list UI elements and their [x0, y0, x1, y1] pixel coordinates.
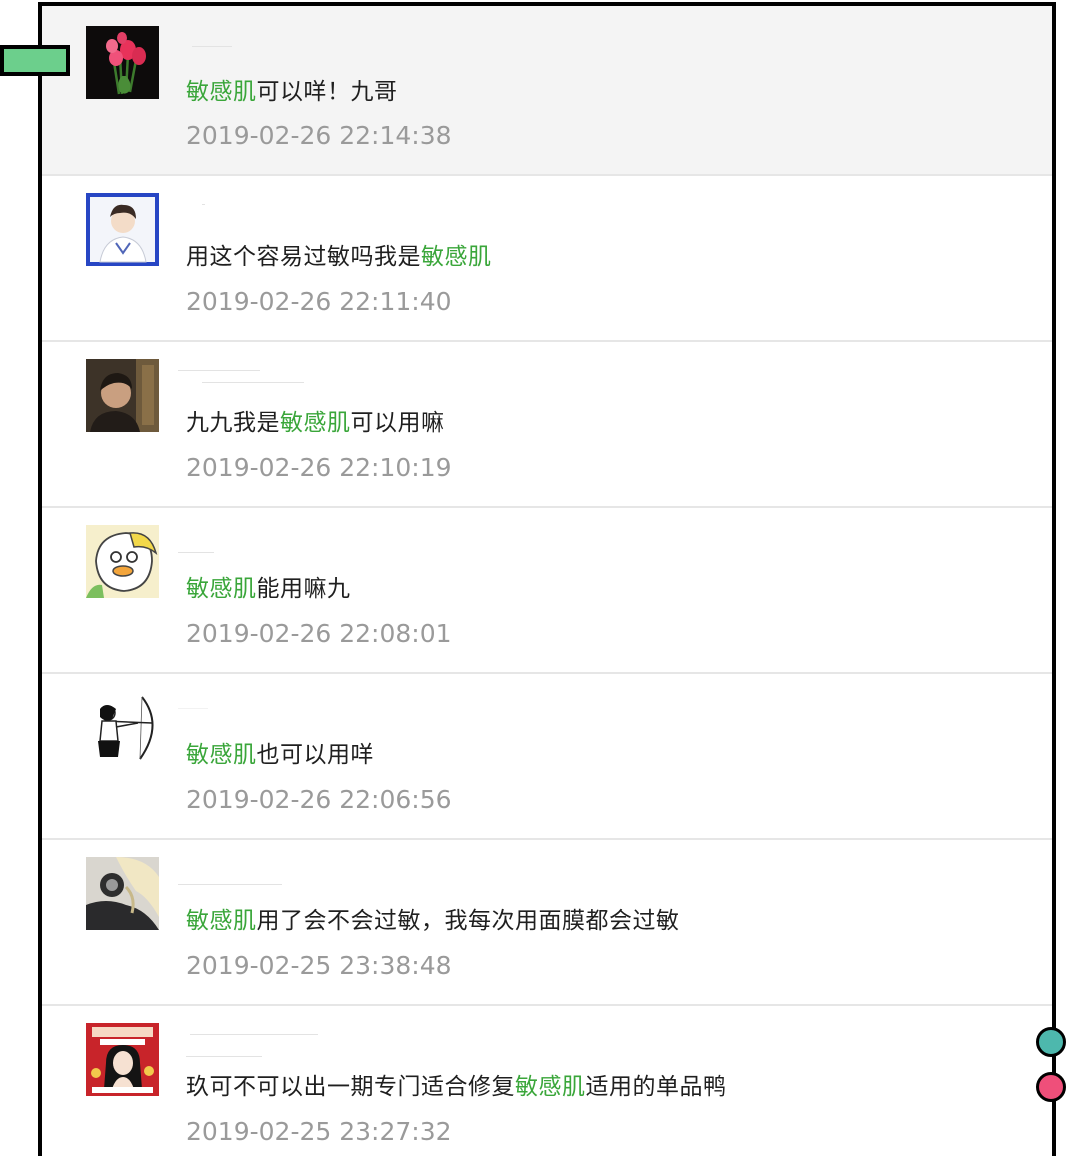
username-placeholder	[178, 370, 260, 371]
comment-item[interactable]: 敏感肌可以咩！九哥 2019-02-26 22:14:38	[42, 6, 1052, 176]
comment-timestamp: 2019-02-25 23:27:32	[186, 1117, 452, 1146]
highlight-keyword[interactable]: 敏感肌	[186, 576, 257, 602]
archer-girl-sketch-avatar-icon[interactable]	[86, 691, 159, 764]
comment-timestamp: 2019-02-26 22:08:01	[186, 619, 452, 648]
cartoon-duck-avatar-icon[interactable]	[86, 525, 159, 598]
comment-item[interactable]: 玖可不可以出一期专门适合修复敏感肌适用的单品鸭 2019-02-25 23:27…	[42, 1006, 1052, 1156]
comment-item[interactable]: 敏感肌能用嘛九 2019-02-26 22:08:01	[42, 508, 1052, 674]
comment-text: 九九我是敏感肌可以用嘛	[186, 410, 445, 436]
comment-item[interactable]: 敏感肌也可以用咩 2019-02-26 22:06:56	[42, 674, 1052, 840]
username-placeholder	[186, 1056, 262, 1057]
highlight-keyword[interactable]: 敏感肌	[421, 244, 492, 270]
comment-text: 玖可不可以出一期专门适合修复敏感肌适用的单品鸭	[186, 1074, 727, 1100]
comment-timestamp: 2019-02-26 22:11:40	[186, 287, 452, 316]
teal-dot-icon[interactable]	[1036, 1027, 1066, 1057]
highlight-keyword[interactable]: 敏感肌	[186, 908, 257, 934]
blonde-anime-character-avatar-icon[interactable]	[86, 857, 159, 930]
dark-photo-person-avatar-icon[interactable]	[86, 359, 159, 432]
comment-timestamp: 2019-02-26 22:10:19	[186, 453, 452, 482]
username-placeholder	[202, 204, 205, 205]
comment-text: 敏感肌可以咩！九哥	[186, 79, 398, 105]
highlight-keyword[interactable]: 敏感肌	[280, 410, 351, 436]
username-placeholder	[178, 708, 208, 709]
highlight-keyword[interactable]: 敏感肌	[186, 742, 257, 768]
username-placeholder	[202, 382, 304, 383]
person-portrait-blue-frame-avatar-icon[interactable]	[86, 193, 159, 266]
comment-text: 敏感肌用了会不会过敏，我每次用面膜都会过敏	[186, 908, 680, 934]
comment-text: 敏感肌也可以用咩	[186, 742, 374, 768]
comment-item[interactable]: 九九我是敏感肌可以用嘛 2019-02-26 22:10:19	[42, 342, 1052, 508]
red-tulips-avatar-icon[interactable]	[86, 26, 159, 99]
comment-timestamp: 2019-02-26 22:06:56	[186, 785, 452, 814]
comment-list: 敏感肌可以咩！九哥 2019-02-26 22:14:38 用这个容易过敏吗我是…	[42, 6, 1052, 1156]
username-placeholder	[190, 1034, 318, 1035]
username-placeholder	[178, 884, 282, 885]
red-poster-girl-avatar-icon[interactable]	[86, 1023, 159, 1096]
comment-panel: 敏感肌可以咩！九哥 2019-02-26 22:14:38 用这个容易过敏吗我是…	[38, 2, 1056, 1156]
username-placeholder	[192, 46, 232, 47]
highlight-keyword[interactable]: 敏感肌	[186, 79, 257, 105]
comment-timestamp: 2019-02-25 23:38:48	[186, 951, 452, 980]
username-placeholder	[178, 552, 214, 553]
comment-text: 敏感肌能用嘛九	[186, 576, 351, 602]
comment-timestamp: 2019-02-26 22:14:38	[186, 121, 452, 150]
highlight-keyword[interactable]: 敏感肌	[515, 1074, 586, 1100]
comment-item[interactable]: 用这个容易过敏吗我是敏感肌 2019-02-26 22:11:40	[42, 176, 1052, 342]
comment-text: 用这个容易过敏吗我是敏感肌	[186, 244, 492, 270]
bookmark-tab[interactable]	[0, 45, 70, 76]
pink-dot-icon[interactable]	[1036, 1072, 1066, 1102]
comment-item[interactable]: 敏感肌用了会不会过敏，我每次用面膜都会过敏 2019-02-25 23:38:4…	[42, 840, 1052, 1006]
